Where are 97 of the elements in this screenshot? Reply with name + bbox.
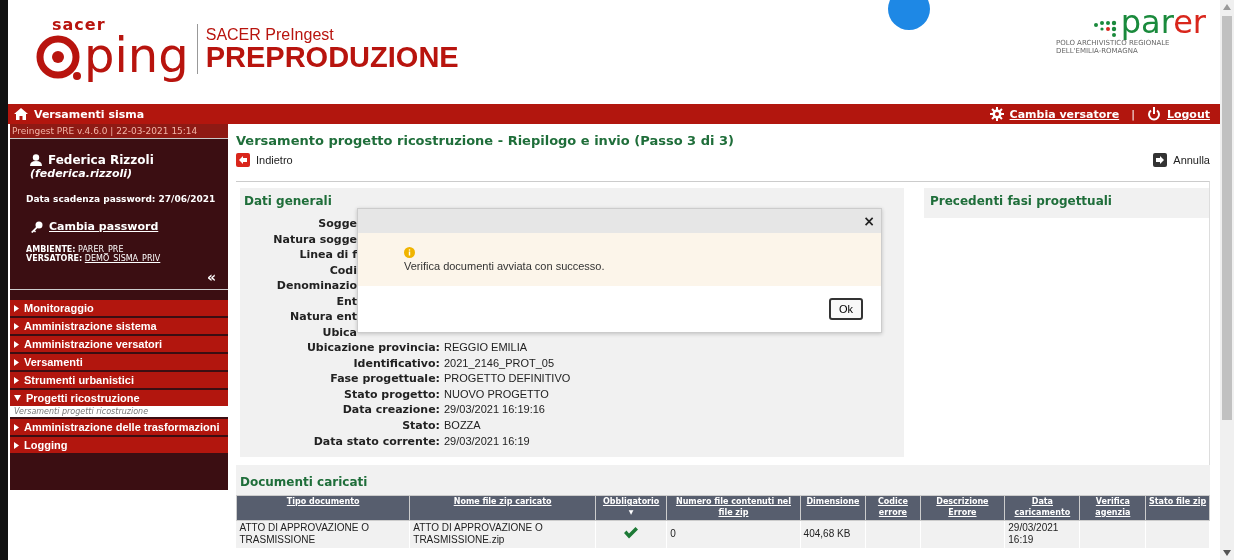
caret-right-icon <box>14 358 19 366</box>
back-link[interactable]: Indietro <box>256 154 293 166</box>
dots-icon <box>1092 18 1119 37</box>
change-password-link[interactable]: Cambia password <box>49 220 159 233</box>
table-cell: 404,68 KB <box>800 520 866 548</box>
column-header[interactable]: Numero file contenuti nel file zip <box>666 495 801 521</box>
info-icon <box>404 247 415 258</box>
forward-arrow-icon <box>1153 153 1168 167</box>
cancel-link[interactable]: Annulla <box>1173 154 1210 166</box>
field-label: Natura ent <box>289 309 357 325</box>
depositor-link[interactable]: DEMO_SISMA_PRIV <box>84 254 161 263</box>
caret-right-icon <box>14 441 19 449</box>
separator-text: | <box>1131 107 1135 121</box>
column-header[interactable]: Dimensione <box>800 495 866 521</box>
menu-item[interactable]: Amministrazione versatori <box>10 336 228 352</box>
field-label: Sogge <box>317 216 357 232</box>
app-subtitle: SACER PreIngest <box>205 25 335 44</box>
column-header[interactable]: Codice errore <box>865 495 921 521</box>
column-header[interactable]: Tipo documento <box>236 495 410 521</box>
logo-ring-icon <box>34 33 82 81</box>
field-value: 29/03/2021 16:19:16 <box>444 402 545 418</box>
field-value: REGGIO EMILIA <box>444 340 528 355</box>
section-title: Dati generali <box>244 194 333 208</box>
message-text: Verifica documenti avviata con successo. <box>404 260 606 272</box>
power-icon <box>1146 107 1161 121</box>
scroll-up-icon[interactable] <box>1223 4 1231 10</box>
field-label: Data stato corrente: <box>312 433 441 450</box>
home-link[interactable]: Versamenti sisma <box>34 107 145 121</box>
topbar-link[interactable]: Logout <box>1166 107 1210 121</box>
logo-top-text: sacer <box>52 17 107 33</box>
screen-marker-dot <box>888 0 930 30</box>
app-title: PREPRODUZIONE <box>205 43 459 73</box>
partner-logo-text: er <box>1173 3 1206 41</box>
section-title: Documenti caricati <box>239 475 369 490</box>
settings-icon <box>989 107 1004 121</box>
column-header[interactable]: Descrizione Errore <box>920 495 1005 521</box>
table-cell: ATTO DI APPROVAZIONE O TRASMISSIONE <box>236 520 410 548</box>
table-cell: 29/03/2021 16:19 <box>1004 520 1080 548</box>
field-value: NUOVO PROGETTO <box>444 386 549 402</box>
field-value: 2021_2146_PROT_05 <box>444 355 555 371</box>
field-label: Data creazione: <box>341 402 441 418</box>
menu-item[interactable]: Monitoraggio <box>10 300 228 316</box>
field-label: Fase progettuale: <box>329 371 441 387</box>
menu-item[interactable]: Amministrazione delle trasformazioni <box>10 419 228 435</box>
table-cell: ATTO DI APPROVAZIONE O TRASMISSIONE.zip <box>409 520 596 548</box>
field-label: Natura sogge <box>272 231 357 247</box>
key-icon <box>30 220 43 233</box>
page-title: Versamento progetto ricostruzione - Riepilogo e invio (Passo 3 di 3) <box>236 133 735 148</box>
environment-label: AMBIENTE: <box>26 245 76 254</box>
field-label: Ubica <box>321 324 357 340</box>
check-icon <box>624 526 639 539</box>
field-label: Identificativo: <box>352 355 441 372</box>
user-name: Federica Rizzoli <box>48 153 154 167</box>
field-label: Codi <box>328 262 357 278</box>
field-value: PROGETTO DEFINITIVO <box>444 371 571 387</box>
partner-logo-text: par <box>1120 3 1174 41</box>
field-label: Ubicazione provincia: <box>305 340 441 356</box>
topbar-link[interactable]: Cambia versatore <box>1009 107 1120 121</box>
caret-right-icon <box>14 304 19 312</box>
collapse-button[interactable]: « <box>206 269 216 285</box>
close-button[interactable]: × <box>863 213 875 229</box>
menu-item[interactable]: Amministrazione sistema <box>10 318 228 334</box>
user-login: (federica.rizzoli) <box>29 167 134 180</box>
column-header[interactable]: Nome file zip caricato <box>409 495 596 521</box>
back-arrow-icon <box>236 153 250 167</box>
password-expiry-label: Data scadenza password: <box>26 194 156 204</box>
caret-right-icon <box>14 423 19 431</box>
field-label: Linea di f <box>298 247 357 263</box>
scroll-down-icon[interactable] <box>1223 550 1231 556</box>
caret-down-icon <box>14 395 21 401</box>
caret-right-icon <box>14 340 19 348</box>
scrollbar[interactable] <box>1220 0 1234 560</box>
user-icon <box>30 154 42 166</box>
caret-right-icon <box>14 376 19 384</box>
version-text: Preingest PRE v.4.6.0 | 22-03-2021 15:14 <box>10 124 228 139</box>
section-title: Precedenti fasi progettuali <box>924 188 1209 218</box>
depositor-label: VERSATORE: <box>26 254 83 263</box>
menu-item[interactable]: Logging <box>10 437 228 453</box>
menu-item[interactable]: Progetti ricostruzione <box>10 390 228 406</box>
field-label: Stato: <box>401 417 441 434</box>
submenu-item[interactable]: Versamenti progetti ricostruzione <box>10 406 228 417</box>
caret-right-icon <box>14 322 19 330</box>
column-header[interactable]: Stato file zip <box>1145 495 1210 521</box>
environment-value: PARER_PRE <box>78 245 124 254</box>
menu-item[interactable]: Strumenti urbanistici <box>10 372 228 388</box>
field-label: Denominazio <box>275 278 357 294</box>
field-label: Ent <box>335 293 357 309</box>
home-icon <box>14 108 28 120</box>
field-value: BOZZA <box>444 417 481 433</box>
column-header[interactable]: Verifica agenzia <box>1079 495 1146 521</box>
menu-item[interactable]: Versamenti <box>10 354 228 370</box>
field-label: Stato progetto: <box>343 386 441 403</box>
field-value: 29/03/2021 16:19 <box>444 433 530 449</box>
column-header[interactable]: Data caricamento <box>1004 495 1080 521</box>
ok-button[interactable]: Ok <box>828 298 863 320</box>
password-expiry-date: 27/06/2021 <box>158 194 216 204</box>
table-cell: 0 <box>666 520 801 548</box>
